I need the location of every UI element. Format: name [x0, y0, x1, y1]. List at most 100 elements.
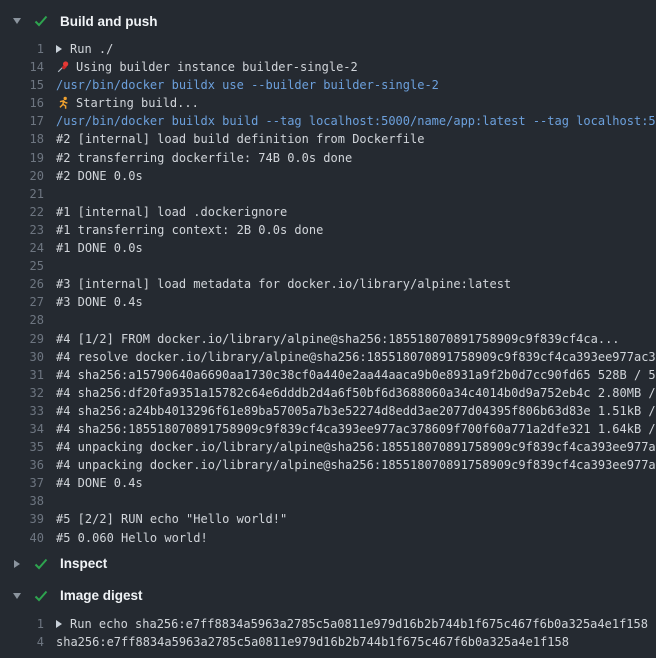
log-line-content: #4 [1/2] FROM docker.io/library/alpine@s…	[56, 330, 620, 348]
log-line: 38	[0, 492, 656, 510]
log-line: 29#4 [1/2] FROM docker.io/library/alpine…	[0, 330, 656, 348]
log-line: 19#2 transferring dockerfile: 74B 0.0s d…	[0, 149, 656, 167]
log-group-header-inspect[interactable]: Inspect	[0, 549, 656, 579]
line-number[interactable]: 21	[10, 185, 56, 203]
log-line-text: #1 [internal] load .dockerignore	[56, 203, 287, 221]
line-number[interactable]: 29	[10, 330, 56, 348]
line-number[interactable]: 20	[10, 167, 56, 185]
line-number[interactable]: 36	[10, 456, 56, 474]
log-line-text: Run ./	[70, 40, 113, 58]
log-group-body: 1 Run ./ 14 Using builder instance builder-…	[0, 40, 656, 547]
log-group-title: Inspect	[60, 556, 107, 571]
log-line-text: #4 unpacking docker.io/library/alpine@sh…	[56, 456, 656, 474]
line-number[interactable]: 24	[10, 239, 56, 257]
line-number[interactable]: 28	[10, 311, 56, 329]
log-line-content: #4 sha256:a24bb4013296f61e89ba57005a7b3e…	[56, 402, 656, 420]
log-line-content: sha256:e7ff8834a5963a2785c5a0811e979d16b…	[56, 633, 569, 651]
log-line-text: Using builder instance builder-single-2	[76, 58, 358, 76]
line-number[interactable]: 16	[10, 94, 56, 112]
line-number[interactable]: 30	[10, 348, 56, 366]
log-line-text: #4 sha256:185518070891758909c9f839cf4ca3…	[56, 420, 656, 438]
log-line-text: #3 [internal] load metadata for docker.i…	[56, 275, 511, 293]
line-number[interactable]: 17	[10, 112, 56, 130]
line-number[interactable]: 15	[10, 76, 56, 94]
line-number[interactable]: 37	[10, 474, 56, 492]
log-line: 39#5 [2/2] RUN echo "Hello world!"	[0, 510, 656, 528]
line-number[interactable]: 34	[10, 420, 56, 438]
log-line: 31#4 sha256:a15790640a6690aa1730c38cf0a4…	[0, 366, 656, 384]
log-line-content: Run ./	[56, 40, 113, 58]
log-line: 40#5 0.060 Hello world!	[0, 529, 656, 547]
log-line-text: #5 [2/2] RUN echo "Hello world!"	[56, 510, 287, 528]
log-line-text: #1 transferring context: 2B 0.0s done	[56, 221, 323, 239]
run-toggle-icon[interactable]	[56, 620, 62, 628]
log-line: 4sha256:e7ff8834a5963a2785c5a0811e979d16…	[0, 633, 656, 651]
line-number[interactable]: 35	[10, 438, 56, 456]
log-line: 21	[0, 185, 656, 203]
log-line-content: #3 [internal] load metadata for docker.i…	[56, 275, 511, 293]
line-number[interactable]: 38	[10, 492, 56, 510]
log-line: 14 Using builder instance builder-single-…	[0, 58, 656, 76]
log-line: 18#2 [internal] load build definition fr…	[0, 130, 656, 148]
log-line-content: #5 0.060 Hello world!	[56, 529, 208, 547]
check-icon	[34, 558, 48, 570]
workflow-log-viewer: Build and push1Run ./14Using builder ins…	[0, 0, 656, 651]
log-line-content: #3 DONE 0.4s	[56, 293, 143, 311]
log-line-content: #4 unpacking docker.io/library/alpine@sh…	[56, 438, 656, 456]
line-number[interactable]: 14	[10, 58, 56, 76]
log-line-content: #2 DONE 0.0s	[56, 167, 143, 185]
log-group-build-and-push: Build and push 1 Run ./ 14 Using builder ins…	[0, 6, 656, 547]
run-toggle-icon[interactable]	[56, 45, 62, 53]
line-number[interactable]: 1	[10, 615, 56, 633]
log-line: 20#2 DONE 0.0s	[0, 167, 656, 185]
log-line-content: #1 transferring context: 2B 0.0s done	[56, 221, 323, 239]
log-line: 17/usr/bin/docker buildx build --tag loc…	[0, 112, 656, 130]
log-line: 16Starting build...	[0, 94, 656, 112]
log-line: 24#1 DONE 0.0s	[0, 239, 656, 257]
log-group-title: Build and push	[60, 14, 158, 29]
log-line-text: #4 sha256:df20fa9351a15782c64e6dddb2d4a6…	[56, 384, 656, 402]
log-line-text: #2 transferring dockerfile: 74B 0.0s don…	[56, 149, 352, 167]
line-number[interactable]: 22	[10, 203, 56, 221]
log-group-body: 1 Run echo sha256:e7ff8834a5963a2785c5a08…	[0, 615, 656, 651]
log-group-inspect: Inspect	[0, 549, 656, 579]
log-line-text: #4 sha256:a24bb4013296f61e89ba57005a7b3e…	[56, 402, 656, 420]
log-line: 1 Run ./	[0, 40, 656, 58]
log-line: 35#4 unpacking docker.io/library/alpine@…	[0, 438, 656, 456]
line-number[interactable]: 33	[10, 402, 56, 420]
log-line: 22#1 [internal] load .dockerignore	[0, 203, 656, 221]
line-number[interactable]: 23	[10, 221, 56, 239]
line-number[interactable]: 40	[10, 529, 56, 547]
log-line: 27#3 DONE 0.4s	[0, 293, 656, 311]
line-number[interactable]: 32	[10, 384, 56, 402]
line-number[interactable]: 1	[10, 40, 56, 58]
log-line: 15/usr/bin/docker buildx use --builder b…	[0, 76, 656, 94]
log-line: 25	[0, 257, 656, 275]
log-line-content: Run echo sha256:e7ff8834a5963a2785c5a081…	[56, 615, 648, 633]
log-line: 32#4 sha256:df20fa9351a15782c64e6dddb2d4…	[0, 384, 656, 402]
line-number[interactable]: 19	[10, 149, 56, 167]
log-line-text: #3 DONE 0.4s	[56, 293, 143, 311]
log-group-header-build-and-push[interactable]: Build and push	[0, 6, 656, 36]
log-line: 26#3 [internal] load metadata for docker…	[0, 275, 656, 293]
log-line-content: #2 [internal] load build definition from…	[56, 130, 424, 148]
line-number[interactable]: 27	[10, 293, 56, 311]
log-line-content: #4 resolve docker.io/library/alpine@sha2…	[56, 348, 656, 366]
log-line-content: #5 [2/2] RUN echo "Hello world!"	[56, 510, 287, 528]
line-number[interactable]: 39	[10, 510, 56, 528]
log-line-text: #2 DONE 0.0s	[56, 167, 143, 185]
chevron-down-icon	[10, 593, 24, 599]
log-line-content: #4 unpacking docker.io/library/alpine@sh…	[56, 456, 656, 474]
log-group-title: Image digest	[60, 588, 143, 603]
log-line-text: /usr/bin/docker buildx use --builder bui…	[56, 76, 439, 94]
log-line-text: Run echo sha256:e7ff8834a5963a2785c5a081…	[70, 615, 648, 633]
check-icon	[34, 15, 48, 27]
log-line-text: #4 sha256:a15790640a6690aa1730c38cf0a440…	[56, 366, 656, 384]
line-number[interactable]: 31	[10, 366, 56, 384]
line-number[interactable]: 18	[10, 130, 56, 148]
line-number[interactable]: 25	[10, 257, 56, 275]
log-line-content: #4 sha256:a15790640a6690aa1730c38cf0a440…	[56, 366, 656, 384]
log-group-header-image-digest[interactable]: Image digest	[0, 581, 656, 611]
line-number[interactable]: 26	[10, 275, 56, 293]
line-number[interactable]: 4	[10, 633, 56, 651]
